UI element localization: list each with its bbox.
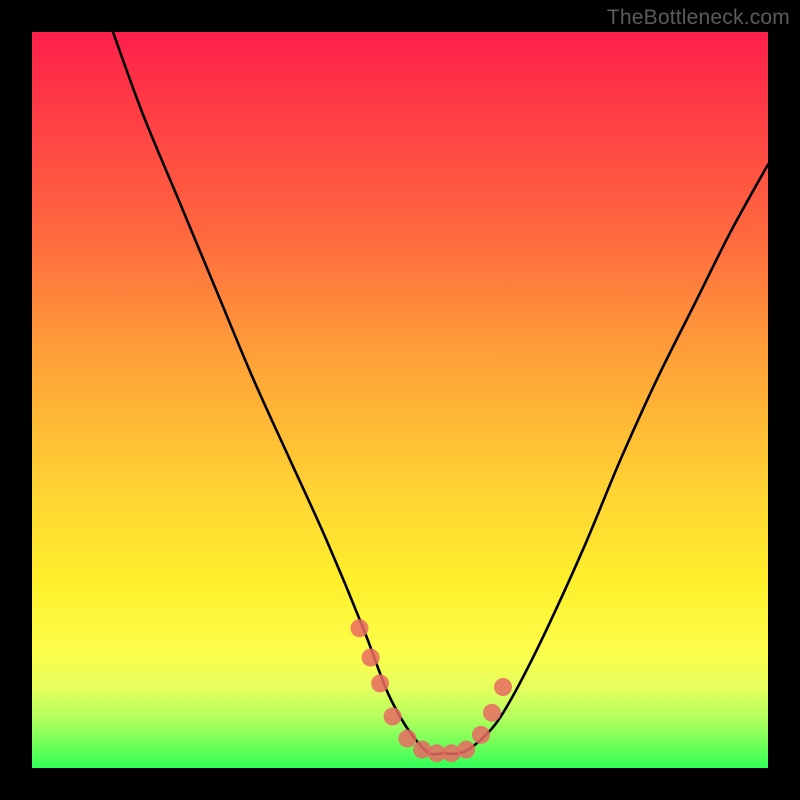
highlight-dot bbox=[472, 726, 490, 744]
highlight-dot bbox=[457, 741, 475, 759]
highlight-dot bbox=[351, 619, 369, 637]
highlight-dot bbox=[384, 708, 402, 726]
plot-area bbox=[32, 32, 768, 768]
highlight-dot bbox=[362, 649, 380, 667]
highlight-dot bbox=[398, 730, 416, 748]
highlight-dot bbox=[483, 704, 501, 722]
curve-svg bbox=[32, 32, 768, 768]
highlight-dot bbox=[494, 678, 512, 696]
chart-frame: TheBottleneck.com bbox=[0, 0, 800, 800]
bottleneck-curve bbox=[113, 32, 768, 754]
watermark-text: TheBottleneck.com bbox=[607, 6, 790, 30]
highlight-dot bbox=[371, 674, 389, 692]
highlight-dots-group bbox=[351, 619, 513, 762]
